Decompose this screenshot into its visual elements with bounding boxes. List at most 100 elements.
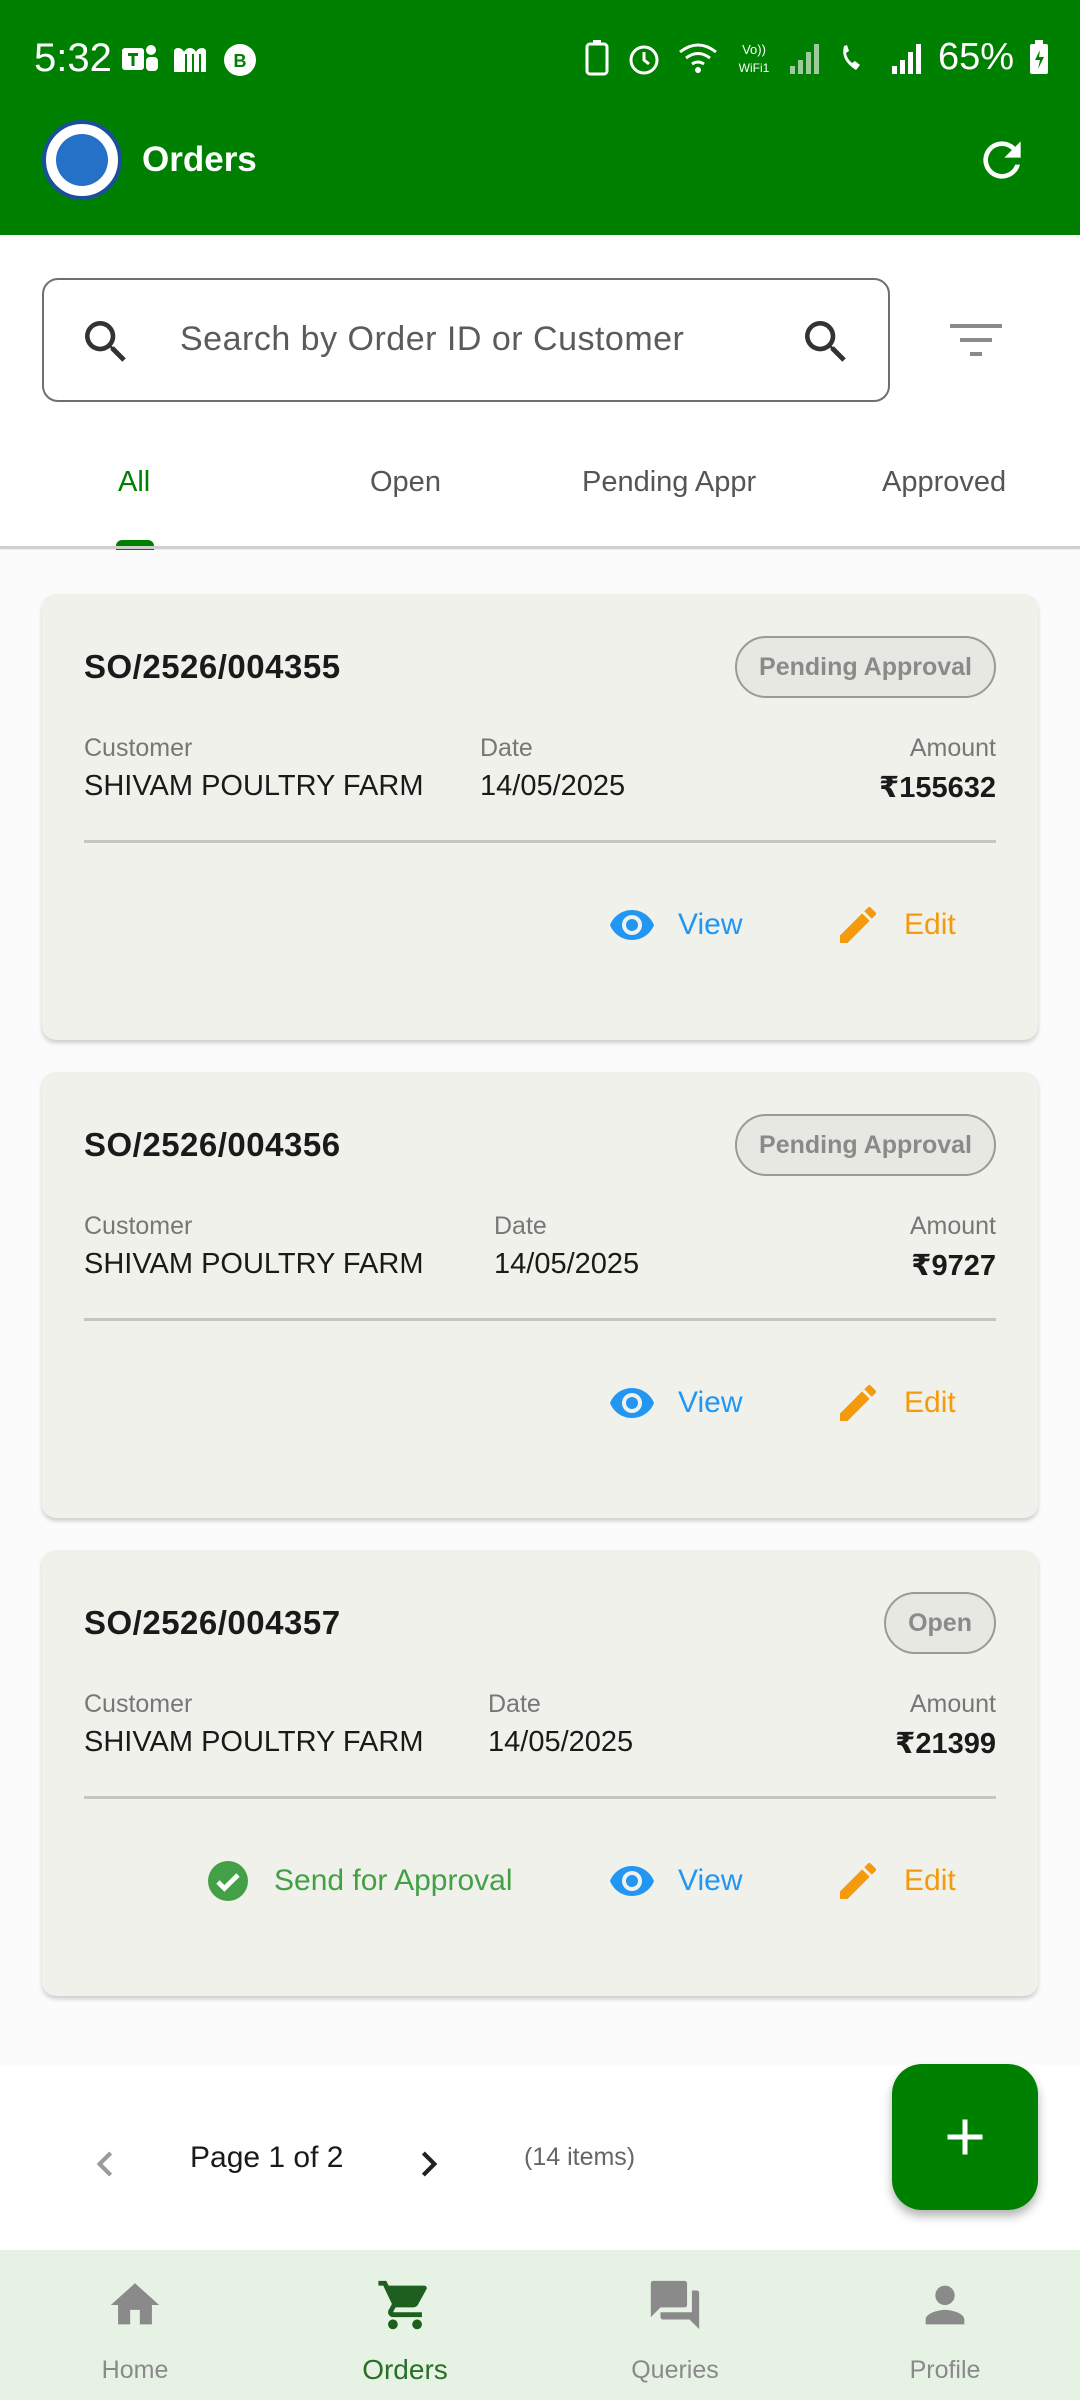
eye-icon xyxy=(610,1388,654,1418)
view-button[interactable]: View xyxy=(608,1854,742,1908)
amount-label: Amount xyxy=(909,1212,996,1240)
order-amount: ₹155632 xyxy=(879,772,996,804)
tab-pending-approval[interactable]: Pending Appr xyxy=(582,466,768,499)
customer-name: SHIVAM POULTRY FARM xyxy=(84,1248,424,1280)
customer-name: SHIVAM POULTRY FARM xyxy=(84,1726,424,1758)
m-app-icon xyxy=(174,48,206,72)
nav-profile-label: Profile xyxy=(909,2356,981,2384)
battery-saver-icon xyxy=(585,39,609,75)
bottom-navigation: Home Orders Queries Profile xyxy=(0,2250,1080,2400)
customer-name: SHIVAM POULTRY FARM xyxy=(84,770,424,802)
status-badge: Open xyxy=(884,1592,996,1654)
status-badge: Pending Approval xyxy=(735,1114,996,1176)
svg-text:B: B xyxy=(234,51,247,71)
card-divider xyxy=(84,1318,996,1321)
tab-all[interactable]: All xyxy=(118,466,150,499)
amount-label: Amount xyxy=(909,734,996,762)
teams-icon xyxy=(122,45,158,71)
search-placeholder: Search by Order ID or Customer xyxy=(180,320,685,358)
date-label: Date xyxy=(494,1212,547,1240)
order-amount: ₹21399 xyxy=(895,1728,996,1760)
order-id: SO/2526/004357 xyxy=(84,1604,341,1641)
search-icon xyxy=(85,321,126,362)
order-card: SO/2526/004357 Open Customer SHIVAM POUL… xyxy=(42,1550,1038,1996)
pencil-icon xyxy=(840,1384,877,1421)
plus-icon xyxy=(947,2119,983,2155)
order-id: SO/2526/004355 xyxy=(84,648,341,685)
amount-label: Amount xyxy=(909,1690,996,1718)
status-badge: Pending Approval xyxy=(735,636,996,698)
signal-roaming-icon xyxy=(891,43,921,74)
status-time: 5:32 xyxy=(34,36,112,80)
wifi-icon xyxy=(679,43,717,73)
tab-approved[interactable]: Approved xyxy=(882,466,1006,499)
search-submit-icon[interactable] xyxy=(798,314,854,370)
chevron-left-icon[interactable] xyxy=(80,2139,130,2189)
battery-percentage: 65% xyxy=(937,36,1014,78)
eye-icon xyxy=(610,910,654,940)
company-logo xyxy=(42,120,122,200)
filter-icon[interactable] xyxy=(946,312,1006,368)
battery-charging-icon xyxy=(1030,39,1048,74)
nav-orders-label: Orders xyxy=(362,2354,448,2385)
status-tabs: All Open Pending Appr Approved xyxy=(0,440,1080,550)
chevron-right-icon[interactable] xyxy=(404,2139,454,2189)
add-order-button[interactable] xyxy=(892,2064,1038,2210)
order-date: 14/05/2025 xyxy=(488,1726,634,1758)
alarm-icon xyxy=(629,45,659,74)
order-card: SO/2526/004356 Pending Approval Customer… xyxy=(42,1072,1038,1518)
tab-open[interactable]: Open xyxy=(370,466,441,499)
page-indicator: Page 1 of 2 xyxy=(190,2141,344,2174)
svg-text:WiFi1: WiFi1 xyxy=(739,61,770,75)
app-bar: Orders xyxy=(0,120,1080,235)
view-button[interactable]: View xyxy=(608,898,742,952)
home-icon xyxy=(110,2283,160,2325)
chat-icon xyxy=(650,2280,700,2330)
edit-button[interactable]: Edit xyxy=(834,1854,956,1908)
order-date: 14/05/2025 xyxy=(480,770,626,802)
items-count: (14 items) xyxy=(524,2143,636,2171)
nav-home-label: Home xyxy=(101,2356,169,2384)
search-input[interactable]: Search by Order ID or Customer xyxy=(42,278,890,402)
pencil-icon xyxy=(840,906,877,943)
edit-label: Edit xyxy=(904,1386,956,1419)
person-icon xyxy=(925,2285,965,2325)
page-title: Orders xyxy=(142,140,257,179)
signal-icon xyxy=(789,43,819,74)
edit-button[interactable]: Edit xyxy=(834,898,956,952)
order-amount: ₹9727 xyxy=(911,1250,996,1282)
order-date: 14/05/2025 xyxy=(494,1248,640,1280)
whatsapp-business-icon: B xyxy=(224,44,256,76)
card-divider xyxy=(84,1796,996,1799)
date-label: Date xyxy=(488,1690,541,1718)
order-id: SO/2526/004356 xyxy=(84,1126,341,1163)
nav-queries-label: Queries xyxy=(631,2356,719,2384)
view-label: View xyxy=(678,1864,743,1897)
svg-text:Vo)): Vo)) xyxy=(742,42,766,57)
check-circle-icon xyxy=(208,1861,248,1901)
notification-icons: B xyxy=(120,40,260,80)
nav-home[interactable]: Home xyxy=(0,2250,270,2400)
status-bar: 5:32 B Vo)) WiFi1 65% xyxy=(0,0,1080,120)
refresh-icon[interactable] xyxy=(974,132,1030,188)
edit-label: Edit xyxy=(904,908,956,941)
wifi-calling-icon xyxy=(843,44,860,70)
nav-queries[interactable]: Queries xyxy=(540,2250,810,2400)
send-for-approval-button[interactable]: Send for Approval xyxy=(204,1854,513,1908)
order-card: SO/2526/004355 Pending Approval Customer… xyxy=(42,594,1038,1040)
view-label: View xyxy=(678,1386,743,1419)
customer-label: Customer xyxy=(84,1212,193,1240)
customer-label: Customer xyxy=(84,1690,193,1718)
view-button[interactable]: View xyxy=(608,1376,742,1430)
send-for-approval-label: Send for Approval xyxy=(274,1864,513,1897)
edit-button[interactable]: Edit xyxy=(834,1376,956,1430)
system-status-icons: Vo)) WiFi1 65% xyxy=(582,36,1050,79)
edit-label: Edit xyxy=(904,1864,956,1897)
volte-wifi-icon: Vo)) WiFi1 xyxy=(739,42,770,75)
card-divider xyxy=(84,840,996,843)
customer-label: Customer xyxy=(84,734,193,762)
cart-icon xyxy=(378,2280,427,2330)
nav-orders[interactable]: Orders xyxy=(270,2250,540,2400)
nav-profile[interactable]: Profile xyxy=(810,2250,1080,2400)
pencil-icon xyxy=(840,1862,877,1899)
